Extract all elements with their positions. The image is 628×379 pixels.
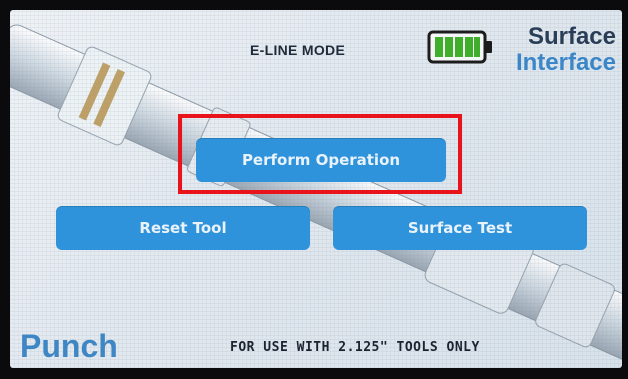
- mode-title: E-LINE MODE: [250, 42, 346, 58]
- tool-size-notice: FOR USE WITH 2.125" TOOLS ONLY: [230, 340, 480, 355]
- touch-screen: E-LINE MODE Surface Interface Perform Op…: [10, 10, 622, 368]
- surface-test-button[interactable]: Surface Test: [333, 206, 587, 250]
- brand-line-2: Interface: [515, 49, 616, 76]
- reset-tool-button[interactable]: Reset Tool: [56, 206, 310, 250]
- perform-operation-button[interactable]: Perform Operation: [196, 138, 446, 182]
- brand-logo: Surface Interface: [516, 24, 616, 76]
- operation-mode-label: Punch: [20, 328, 118, 364]
- brand-line-1: Surface: [527, 23, 616, 50]
- battery-icon: [427, 30, 492, 64]
